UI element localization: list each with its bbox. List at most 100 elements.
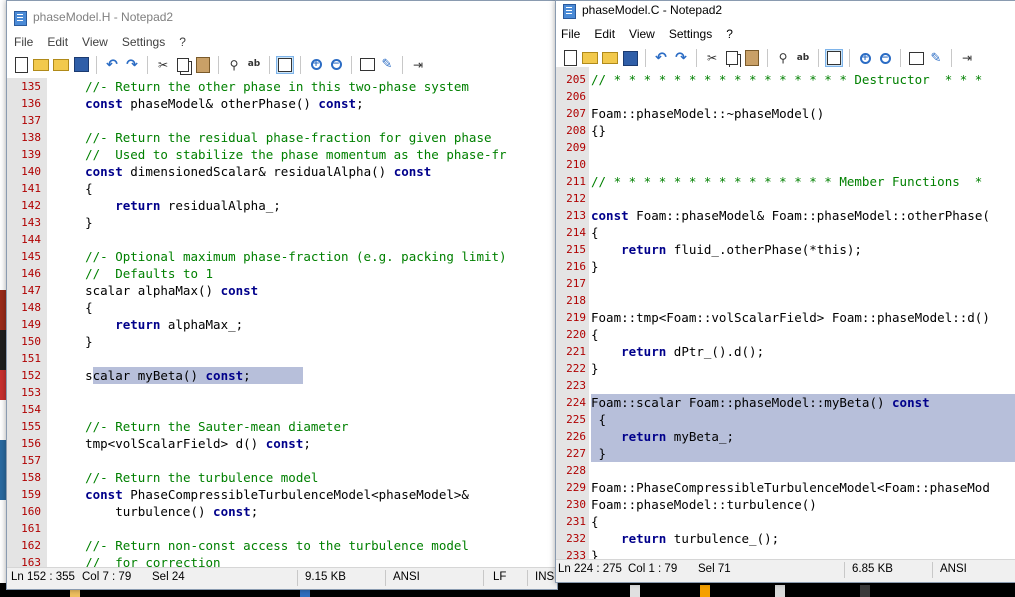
code-line[interactable]: 232 return turbulence_();	[556, 530, 1015, 547]
code-line[interactable]: 210	[556, 156, 1015, 173]
code-line[interactable]: 161	[7, 520, 557, 537]
redo-button[interactable]: ↷	[124, 57, 140, 73]
browse-button[interactable]	[53, 57, 69, 73]
find-button[interactable]: ⚲	[226, 57, 242, 73]
menu-help[interactable]: ?	[172, 35, 193, 49]
code-editor[interactable]: 205 // * * * * * * * * * * * * * * * * De…	[556, 67, 1015, 563]
code-line[interactable]: 148 {	[7, 299, 557, 316]
code-line[interactable]: 209	[556, 139, 1015, 156]
copy-button[interactable]	[724, 50, 740, 66]
code-line[interactable]: 224 Foam::scalar Foam::phaseModel::myBeta…	[556, 394, 1015, 411]
code-line[interactable]: 221 return dPtr_().d();	[556, 343, 1015, 360]
code-line[interactable]: 149 return alphaMax_;	[7, 316, 557, 333]
menu-settings[interactable]: Settings	[115, 35, 172, 49]
code-line[interactable]: 156 tmp<volScalarField> d() const;	[7, 435, 557, 452]
paste-button[interactable]	[195, 56, 211, 73]
code-line[interactable]: 155 //- Return the Sauter-mean diameter	[7, 418, 557, 435]
replace-button[interactable]: ab	[795, 50, 811, 66]
scheme-button[interactable]	[359, 57, 375, 73]
exit-button[interactable]: ⇥	[410, 57, 426, 73]
code-line[interactable]: 147 scalar alphaMax() const	[7, 282, 557, 299]
code-line[interactable]: 222}	[556, 360, 1015, 377]
code-line[interactable]: 143 }	[7, 214, 557, 231]
browse-button[interactable]	[602, 50, 618, 66]
code-line[interactable]: 207 Foam::phaseModel::~phaseModel()	[556, 105, 1015, 122]
code-line[interactable]: 159 const PhaseCompressibleTurbulenceMod…	[7, 486, 557, 503]
status-encoding[interactable]: ANSI	[393, 571, 420, 583]
new-file-button[interactable]	[13, 56, 29, 73]
code-line[interactable]: 160 turbulence() const;	[7, 503, 557, 520]
undo-button[interactable]: ↶	[653, 50, 669, 66]
code-line[interactable]: 227 }	[556, 445, 1015, 462]
code-editor[interactable]: 135 //- Return the other phase in this t…	[7, 78, 557, 570]
code-line[interactable]: 162 //- Return non-const access to the t…	[7, 537, 557, 554]
code-line[interactable]: 231 {	[556, 513, 1015, 530]
code-line[interactable]: 136 const phaseModel& otherPhase() const…	[7, 95, 557, 112]
code-line[interactable]: 152 scalar myBeta() const;	[7, 367, 557, 384]
taskbar-app-icon[interactable]	[860, 585, 870, 597]
taskbar-app-icon[interactable]	[630, 585, 640, 597]
code-line[interactable]: 217	[556, 275, 1015, 292]
undo-button[interactable]: ↶	[104, 57, 120, 73]
code-line[interactable]: 213 const Foam::phaseModel& Foam::phaseMo…	[556, 207, 1015, 224]
code-line[interactable]: 230 Foam::phaseModel::turbulence()	[556, 496, 1015, 513]
replace-button[interactable]: ab	[246, 57, 262, 73]
code-line[interactable]: 137	[7, 112, 557, 129]
code-line[interactable]: 215 return fluid_.otherPhase(*this);	[556, 241, 1015, 258]
code-line[interactable]: 145 //- Optional maximum phase-fraction …	[7, 248, 557, 265]
code-line[interactable]: 153	[7, 384, 557, 401]
code-line[interactable]: 219 Foam::tmp<Foam::volScalarField> Foam:…	[556, 309, 1015, 326]
menu-edit[interactable]: Edit	[40, 35, 75, 49]
code-line[interactable]: 158 //- Return the turbulence model	[7, 469, 557, 486]
menu-view[interactable]: View	[75, 35, 115, 49]
code-line[interactable]: 208 {}	[556, 122, 1015, 139]
customize-button[interactable]: ✎	[928, 50, 944, 66]
code-line[interactable]: 205 // * * * * * * * * * * * * * * * * De…	[556, 71, 1015, 88]
word-wrap-button[interactable]	[825, 49, 843, 67]
code-line[interactable]: 220 {	[556, 326, 1015, 343]
copy-button[interactable]	[175, 57, 191, 73]
menu-help[interactable]: ?	[719, 27, 740, 41]
code-line[interactable]: 218	[556, 292, 1015, 309]
menu-edit[interactable]: Edit	[587, 27, 622, 41]
zoom-in-button[interactable]: +	[857, 50, 873, 66]
code-line[interactable]: 144	[7, 231, 557, 248]
code-line[interactable]: 140 const dimensionedScalar& residualAlp…	[7, 163, 557, 180]
status-line-ending[interactable]: LF	[493, 571, 506, 583]
zoom-out-button[interactable]: −	[328, 57, 344, 73]
notepad-window-source-file[interactable]: phaseModel.C - Notepad2 File Edit View S…	[555, 0, 1015, 583]
new-file-button[interactable]	[562, 50, 578, 66]
code-line[interactable]: 225 {	[556, 411, 1015, 428]
code-line[interactable]: 146 // Defaults to 1	[7, 265, 557, 282]
word-wrap-button[interactable]	[276, 55, 294, 74]
code-line[interactable]: 206	[556, 88, 1015, 105]
menu-file[interactable]: File	[7, 35, 40, 49]
status-insert-mode[interactable]: INS	[535, 571, 554, 583]
code-line[interactable]: 229 Foam::PhaseCompressibleTurbulenceMode…	[556, 479, 1015, 496]
find-button[interactable]: ⚲	[775, 50, 791, 66]
code-line[interactable]: 154	[7, 401, 557, 418]
redo-button[interactable]: ↷	[673, 50, 689, 66]
title-bar[interactable]: phaseModel.H - Notepad2	[7, 1, 557, 32]
exit-button[interactable]: ⇥	[959, 50, 975, 66]
save-button[interactable]	[622, 50, 638, 66]
menu-view[interactable]: View	[622, 27, 662, 41]
save-button[interactable]	[73, 57, 89, 73]
menu-settings[interactable]: Settings	[662, 27, 719, 41]
cut-button[interactable]: ✂	[155, 57, 171, 73]
taskbar-app-icon[interactable]	[700, 585, 710, 597]
open-file-button[interactable]	[33, 57, 49, 73]
code-line[interactable]: 138 //- Return the residual phase-fracti…	[7, 129, 557, 146]
scheme-button[interactable]	[908, 50, 924, 66]
code-line[interactable]: 212	[556, 190, 1015, 207]
code-line[interactable]: 223	[556, 377, 1015, 394]
code-line[interactable]: 139 // Used to stabilize the phase momen…	[7, 146, 557, 163]
notepad-window-header-file[interactable]: phaseModel.H - Notepad2 File Edit View S…	[6, 0, 558, 590]
code-line[interactable]: 142 return residualAlpha_;	[7, 197, 557, 214]
open-file-button[interactable]	[582, 50, 598, 66]
code-line[interactable]: 214 {	[556, 224, 1015, 241]
status-encoding[interactable]: ANSI	[940, 563, 967, 575]
code-line[interactable]: 150 }	[7, 333, 557, 350]
cut-button[interactable]: ✂	[704, 50, 720, 66]
paste-button[interactable]	[744, 50, 760, 66]
